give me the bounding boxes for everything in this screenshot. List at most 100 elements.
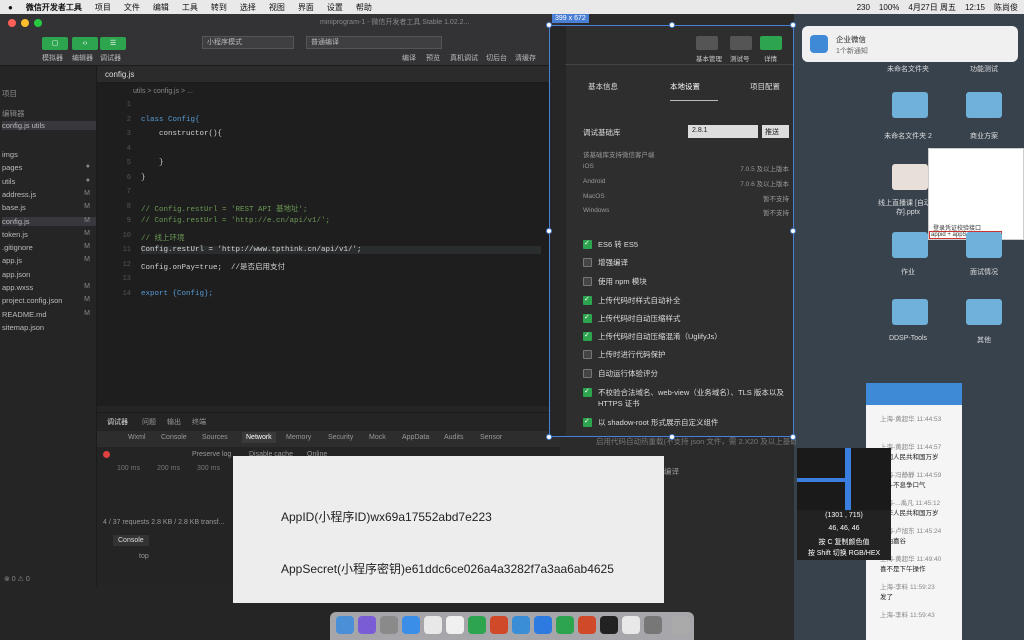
code-line[interactable]: // 线上环境 [141,232,185,243]
compile-select[interactable]: 普通编译 [306,36,442,49]
pptx-file-icon[interactable] [892,164,928,190]
status-count[interactable]: 230 [857,3,870,12]
folder-icon[interactable] [892,232,928,258]
simulator-button[interactable]: ▢ [42,37,68,50]
tab-console[interactable]: Console [161,434,187,441]
menu-app[interactable]: 微信开发者工具 [26,2,82,13]
file-tree-item[interactable]: pages ● [2,163,96,172]
lib-version-select[interactable]: 2.8.1 [688,125,758,138]
tab-memory[interactable]: Memory [286,434,311,441]
menu-settings[interactable]: 设置 [327,2,343,13]
folder-icon[interactable] [892,92,928,118]
resize-handle[interactable] [669,434,675,440]
resize-handle[interactable] [790,228,796,234]
chrome-icon[interactable] [468,616,486,634]
zoom-window-button[interactable] [34,19,42,27]
code-line[interactable]: // Config.restUrl = 'REST API 基地址'; [141,203,308,214]
calendar-icon[interactable] [446,616,464,634]
finder-icon[interactable] [336,616,354,634]
code-line[interactable]: class Config{ [141,116,200,124]
real-debug-action[interactable]: 真机调试 [450,53,478,63]
tab-audits[interactable]: Audits [444,434,463,441]
file-tree-item[interactable]: app.wxss M [2,283,96,292]
tab-network[interactable]: Network [242,432,276,443]
details-button[interactable] [760,36,782,50]
photos-icon[interactable] [424,616,442,634]
option-checkbox[interactable] [583,277,592,286]
diagram-thumbnail[interactable]: 登录凭证校验接口 appid + appSecret + code [928,148,1024,240]
record-icon[interactable] [103,451,110,458]
menu-select[interactable]: 选择 [240,2,256,13]
terminal-icon[interactable] [600,616,618,634]
option-checkbox[interactable] [583,350,592,359]
app-icon[interactable] [578,616,596,634]
appid-text[interactable]: AppID(小程序ID)wx69a17552abd7e223 [281,508,492,525]
editor-button[interactable]: ‹› [72,37,98,50]
option-checkbox[interactable] [583,417,592,427]
preview-action[interactable]: 预览 [426,53,440,63]
file-tree-item[interactable]: config.js M [2,216,96,226]
siri-icon[interactable] [358,616,376,634]
resize-handle[interactable] [790,22,796,28]
messages-icon[interactable] [622,616,640,634]
file-tree-item[interactable]: token.js M [2,230,96,239]
option-checkbox[interactable] [583,258,592,267]
option-checkbox[interactable] [583,239,592,249]
compile-option[interactable]: 编译 [664,466,679,477]
minimize-window-button[interactable] [21,19,29,27]
compile-action[interactable]: 编译 [402,53,416,63]
code-line[interactable]: Config.onPay=true; //是否启用支付 [141,261,285,272]
file-tree-item[interactable]: README.md M [2,310,96,319]
tab-project-config[interactable]: 项目配置 [750,81,780,92]
file-tree-item[interactable]: imgs [2,150,96,159]
folder-icon[interactable] [966,299,1002,325]
safari-icon[interactable] [402,616,420,634]
file-tree-item[interactable]: app.js M [2,256,96,265]
date[interactable]: 4月27日 周五 [908,2,956,13]
tab-sources[interactable]: Sources [202,434,228,441]
push-button[interactable]: 推送 [762,125,789,138]
tab-basic-info[interactable]: 基本信息 [588,81,618,92]
open-file-item[interactable]: config.js utils [2,121,96,130]
folder-icon[interactable] [892,299,928,325]
option-checkbox[interactable] [583,295,592,305]
folder-icon[interactable] [966,92,1002,118]
menu-help[interactable]: 帮助 [356,2,372,13]
option-checkbox[interactable] [583,369,592,378]
file-tree-item[interactable]: app.json [2,270,96,279]
console-drawer-tab[interactable]: Console [113,535,149,546]
menu-tools[interactable]: 工具 [182,2,198,13]
resize-handle[interactable] [546,434,552,440]
file-tree-item[interactable]: project.config.json M [2,296,96,305]
file-tree-item[interactable]: base.js M [2,203,96,212]
file-tree-item[interactable]: utils ● [2,177,96,186]
menu-file[interactable]: 文件 [124,2,140,13]
menu-project[interactable]: 项目 [95,2,111,13]
code-line[interactable]: } [141,159,164,167]
time[interactable]: 12:15 [965,3,985,12]
resize-handle[interactable] [669,22,675,28]
folder-icon[interactable] [966,232,1002,258]
appsecret-text[interactable]: AppSecret(小程序密钥)e61ddc6ce026a4a3282f7a3a… [281,560,614,577]
tab-mock[interactable]: Mock [369,434,386,441]
tab-wxml[interactable]: Wxml [128,434,146,441]
option-checkbox[interactable] [583,313,592,323]
hot-reload-option[interactable]: 启用代码自动热重载(不支持 json 文件，需 2.X20 及以上基础库版本) [596,436,796,447]
menu-view[interactable]: 视图 [269,2,285,13]
file-tree-item[interactable]: .gitignore M [2,243,96,252]
apple-icon[interactable]: ● [8,3,13,12]
tab-appdata[interactable]: AppData [402,434,429,441]
powerpoint-icon[interactable] [490,616,508,634]
option-checkbox[interactable] [583,387,592,397]
resize-handle[interactable] [546,22,552,28]
console-context-select[interactable]: top [139,553,149,560]
close-window-button[interactable] [8,19,16,27]
user-name[interactable]: 陈尚俊 [994,2,1018,13]
tab-terminal[interactable]: 终端 [192,417,206,427]
menu-goto[interactable]: 转到 [211,2,227,13]
background-action[interactable]: 切后台 [486,53,507,63]
code-line[interactable]: constructor(){ [141,130,222,138]
menu-edit[interactable]: 编辑 [153,2,169,13]
tab-issues[interactable]: 问题 [142,417,156,427]
tab-security[interactable]: Security [328,434,353,441]
